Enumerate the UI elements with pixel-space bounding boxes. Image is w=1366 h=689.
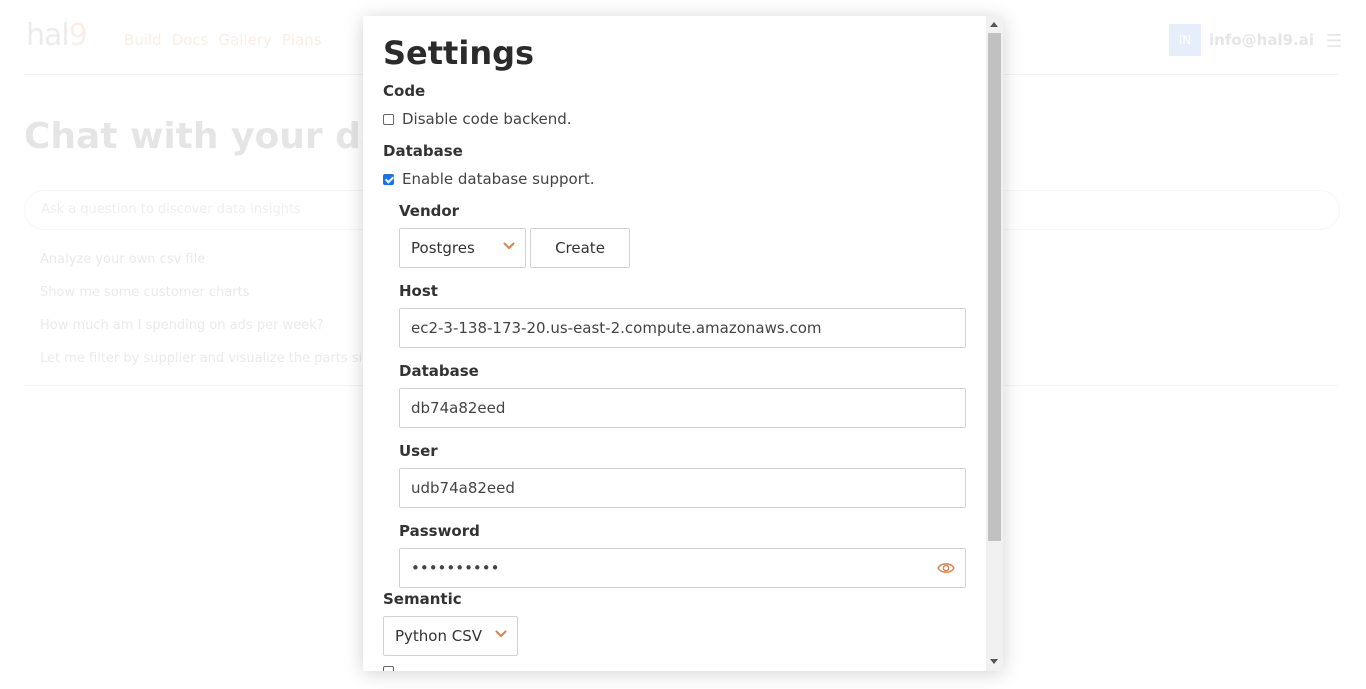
vendor-select-value: Postgres (411, 239, 475, 257)
suggestion-item: Show me some customer charts (40, 285, 250, 300)
enable-database-checkbox[interactable] (383, 173, 394, 185)
settings-modal: Settings Code Disable code backend. Data… (363, 16, 1003, 671)
host-label: Host (399, 282, 438, 300)
disable-code-backend-option[interactable]: Disable code backend. (383, 110, 572, 128)
create-button[interactable]: Create (530, 228, 630, 268)
nav-docs: Docs (171, 31, 209, 49)
user-email: info@hal9.ai (1209, 31, 1314, 49)
semantic-option-partial[interactable] (383, 666, 402, 671)
nav-build: Build (124, 31, 162, 49)
enable-database-option[interactable]: Enable database support. (383, 170, 595, 188)
hal9-logo: hal9 (26, 18, 88, 53)
disable-code-backend-checkbox[interactable] (383, 113, 394, 125)
nav-gallery: Gallery (218, 31, 272, 49)
password-masked-value: •••••••••• (411, 559, 500, 577)
password-label: Password (399, 522, 480, 540)
database-name-input[interactable]: db74a82eed (399, 388, 966, 428)
semantic-option-checkbox[interactable] (383, 666, 394, 671)
user-input[interactable]: udb74a82eed (399, 468, 966, 508)
chevron-down-icon (495, 630, 507, 637)
nav-plans: Plans (281, 31, 322, 49)
database-section-heading: Database (383, 142, 463, 160)
eye-icon[interactable] (937, 560, 955, 576)
user-label: User (399, 442, 438, 460)
vendor-select[interactable]: Postgres (399, 228, 526, 268)
scrollbar-thumb[interactable] (988, 33, 1001, 541)
database-name-label: Database (399, 362, 479, 380)
hamburger-menu-icon: ☰ (1326, 31, 1343, 52)
semantic-select-value: Python CSV (395, 627, 483, 645)
suggestion-item: Analyze your own csv file (40, 252, 206, 267)
scroll-up-arrow-icon[interactable] (990, 22, 998, 27)
semantic-select[interactable]: Python CSV (383, 616, 518, 656)
suggestion-item: How much am I spending on ads per week? (40, 318, 324, 333)
password-input[interactable]: •••••••••• (399, 548, 966, 588)
enable-database-label: Enable database support. (402, 170, 595, 188)
vendor-label: Vendor (399, 202, 460, 220)
scroll-down-arrow-icon[interactable] (990, 659, 998, 664)
top-nav: Build Docs Gallery Plans (124, 31, 322, 49)
host-input[interactable]: ec2-3-138-173-20.us-east-2.compute.amazo… (399, 308, 966, 348)
avatar: IN (1169, 24, 1201, 56)
suggestion-item: Let me filter by supplier and visualize … (40, 351, 384, 366)
chevron-down-icon (503, 242, 515, 249)
settings-title: Settings (383, 34, 535, 72)
disable-code-backend-label: Disable code backend. (402, 110, 572, 128)
semantic-section-heading: Semantic (383, 590, 462, 608)
code-section-heading: Code (383, 82, 426, 100)
